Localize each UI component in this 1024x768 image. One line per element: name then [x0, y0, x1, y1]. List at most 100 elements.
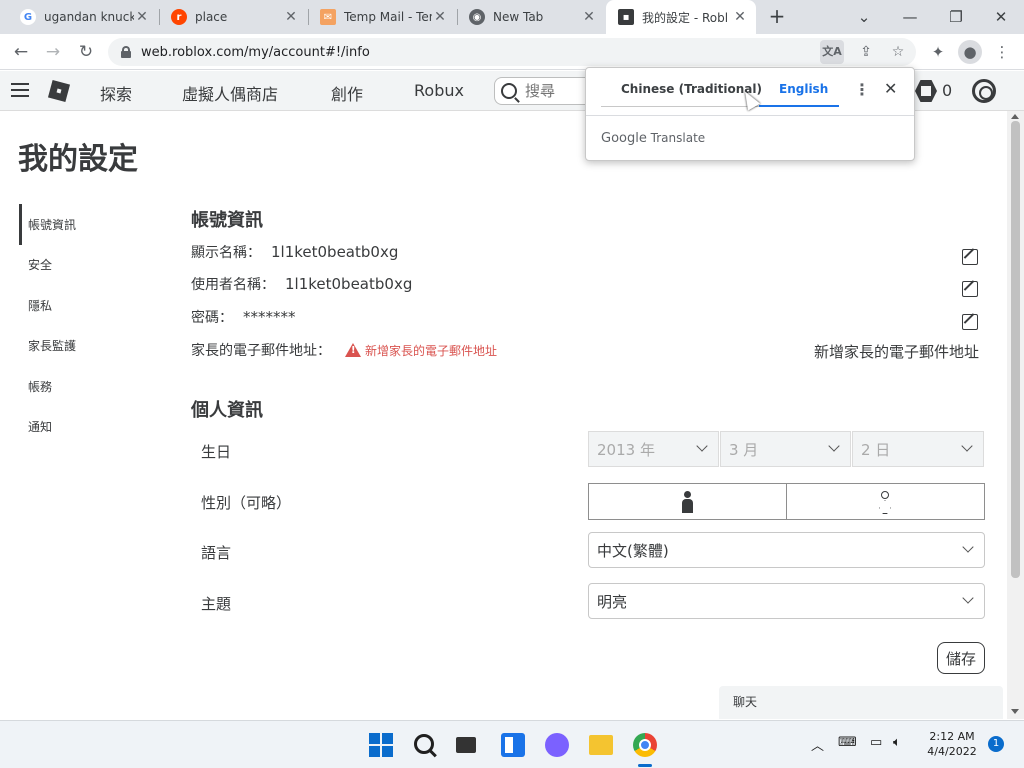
back-icon[interactable]: ← [9, 41, 33, 63]
username-row: 使用者名稱： 1l1ket0beatb0xg [191, 274, 412, 294]
gear-icon[interactable] [972, 79, 996, 103]
roblox-logo-icon[interactable] [47, 79, 71, 103]
menu-item-notifications[interactable]: 通知 [19, 407, 179, 448]
tray-overflow-chevron-icon[interactable]: ︿ [811, 735, 824, 754]
scroll-up-arrow-icon[interactable] [1011, 114, 1019, 119]
password-label: 密碼： [191, 310, 233, 326]
translate-close-icon[interactable]: ✕ [884, 79, 897, 98]
menu-item-parental-controls[interactable]: 家長監護 [19, 326, 179, 367]
chat-bar[interactable]: 聊天 [719, 686, 1003, 719]
profile-avatar-icon[interactable]: ● [958, 40, 982, 64]
translate-tab-target[interactable]: English [779, 82, 828, 96]
search-box[interactable] [494, 77, 594, 105]
tab-close-icon[interactable]: ✕ [581, 9, 597, 25]
reddit-favicon-icon: r [171, 9, 187, 25]
extensions-icon[interactable]: ✦ [926, 40, 950, 64]
roblox-favicon-icon: ▪ [618, 9, 634, 25]
chevron-down-icon [696, 440, 708, 452]
nav-discover[interactable]: 探索 [100, 81, 132, 105]
notification-badge[interactable]: 1 [988, 736, 1004, 752]
chevron-down-icon [962, 592, 974, 604]
chrome-icon[interactable] [633, 733, 657, 757]
birth-month-select[interactable]: 3 月 [720, 431, 851, 467]
username-label: 使用者名稱： [191, 277, 275, 293]
edit-username-icon[interactable] [962, 281, 978, 297]
close-window-icon[interactable]: ✕ [989, 5, 1013, 29]
edit-display-name-icon[interactable] [962, 249, 978, 265]
theme-value: 明亮 [597, 592, 628, 611]
scroll-down-arrow-icon[interactable] [1011, 709, 1019, 714]
page-scrollbar[interactable] [1007, 111, 1024, 719]
share-icon[interactable]: ⇪ [854, 40, 878, 64]
taskbar-search-icon[interactable] [414, 734, 434, 754]
task-view-icon[interactable] [456, 737, 476, 753]
tab-close-icon[interactable]: ✕ [432, 9, 448, 25]
robux-icon[interactable] [915, 80, 937, 102]
menu-item-account-info[interactable]: 帳號資訊 [19, 204, 179, 245]
language-value: 中文(繁體) [597, 541, 669, 560]
password-value: ******* [243, 308, 296, 326]
chevron-down-icon [962, 541, 974, 553]
restore-icon[interactable]: ❐ [944, 5, 968, 29]
file-explorer-icon[interactable] [589, 735, 613, 755]
network-icon[interactable]: ▭ [870, 735, 882, 750]
search-icon [501, 83, 517, 99]
teams-chat-icon[interactable] [545, 733, 569, 757]
windows-start-icon[interactable] [369, 733, 393, 757]
url-text[interactable]: web.roblox.com/my/account#!/info [141, 45, 370, 60]
minimize-icon[interactable]: — [898, 5, 922, 29]
windows-taskbar: ︿ ⌨ ▭ 🔈︎ 2:12 AM 4/4/2022 [0, 720, 1024, 768]
menu-item-billing[interactable]: 帳務 [19, 366, 179, 407]
edit-password-icon[interactable] [962, 314, 978, 330]
bookmark-star-icon[interactable]: ☆ [886, 40, 910, 64]
parent-email-row: 家長的電子郵件地址： 新增家長的電子郵件地址 [191, 340, 497, 360]
theme-label: 主題 [201, 595, 232, 613]
tab-search-icon[interactable]: ⌄ [852, 5, 876, 29]
taskbar-clock[interactable]: 2:12 AM 4/4/2022 [920, 729, 984, 759]
keyboard-icon[interactable]: ⌨ [838, 735, 857, 750]
hamburger-menu-icon[interactable] [11, 83, 29, 98]
clock-date: 4/4/2022 [927, 745, 977, 758]
nav-create[interactable]: 創作 [331, 81, 363, 105]
scroll-thumb[interactable] [1011, 121, 1020, 578]
new-tab-button[interactable]: + [766, 6, 788, 28]
lock-icon[interactable] [120, 46, 132, 58]
volume-icon[interactable]: 🔈︎ [893, 735, 901, 750]
warning-icon [345, 343, 361, 357]
language-select[interactable]: 中文(繁體) [588, 532, 985, 568]
tab-close-icon[interactable]: ✕ [283, 9, 299, 25]
chevron-down-icon [961, 440, 973, 452]
tab-temp-mail[interactable]: ✉ Temp Mail - Ten ✕ [308, 0, 456, 34]
tab-label: place [195, 10, 228, 24]
menu-kebab-icon[interactable]: ⋮ [990, 40, 1014, 64]
nav-robux[interactable]: Robux [414, 81, 464, 100]
tab-ugandan-knuckles[interactable]: G ugandan knuckl ✕ [8, 0, 158, 34]
translate-divider [586, 115, 914, 116]
gender-male-button[interactable] [588, 483, 787, 520]
add-parent-email-link[interactable]: 新增家長的電子郵件地址 [814, 341, 979, 362]
menu-item-privacy[interactable]: 隱私 [19, 285, 179, 326]
save-button[interactable]: 儲存 [937, 642, 985, 674]
forward-icon[interactable]: → [41, 41, 65, 63]
reload-icon[interactable]: ↻ [74, 41, 98, 63]
translate-more-options-icon[interactable]: ⋮ [854, 80, 870, 99]
robux-balance[interactable]: 0 [942, 81, 952, 100]
translate-icon[interactable]: 文A [820, 40, 844, 64]
nav-avatar-shop[interactable]: 虛擬人偶商店 [182, 81, 278, 105]
tab-close-icon[interactable]: ✕ [134, 9, 150, 25]
tab-roblox-settings[interactable]: ▪ 我的設定 - Robl ✕ [606, 0, 756, 34]
theme-select[interactable]: 明亮 [588, 583, 985, 619]
tab-label: ugandan knuckl [44, 10, 134, 24]
tab-close-icon[interactable]: ✕ [732, 9, 748, 25]
google-favicon-icon: G [20, 9, 36, 25]
gender-female-button[interactable] [786, 483, 985, 520]
search-input[interactable] [525, 82, 585, 100]
menu-item-security[interactable]: 安全 [19, 245, 179, 286]
birth-day-select[interactable]: 2 日 [852, 431, 984, 467]
tab-place[interactable]: r place ✕ [159, 0, 307, 34]
address-bar[interactable]: web.roblox.com/my/account#!/info 文A ⇪ ☆ [108, 38, 916, 66]
translate-popup: Chinese (Traditional) English ⋮ ✕ Google… [585, 67, 915, 161]
widgets-icon[interactable] [501, 733, 525, 757]
tab-new-tab[interactable]: ◉ New Tab ✕ [457, 0, 605, 34]
birth-year-select[interactable]: 2013 年 [588, 431, 719, 467]
